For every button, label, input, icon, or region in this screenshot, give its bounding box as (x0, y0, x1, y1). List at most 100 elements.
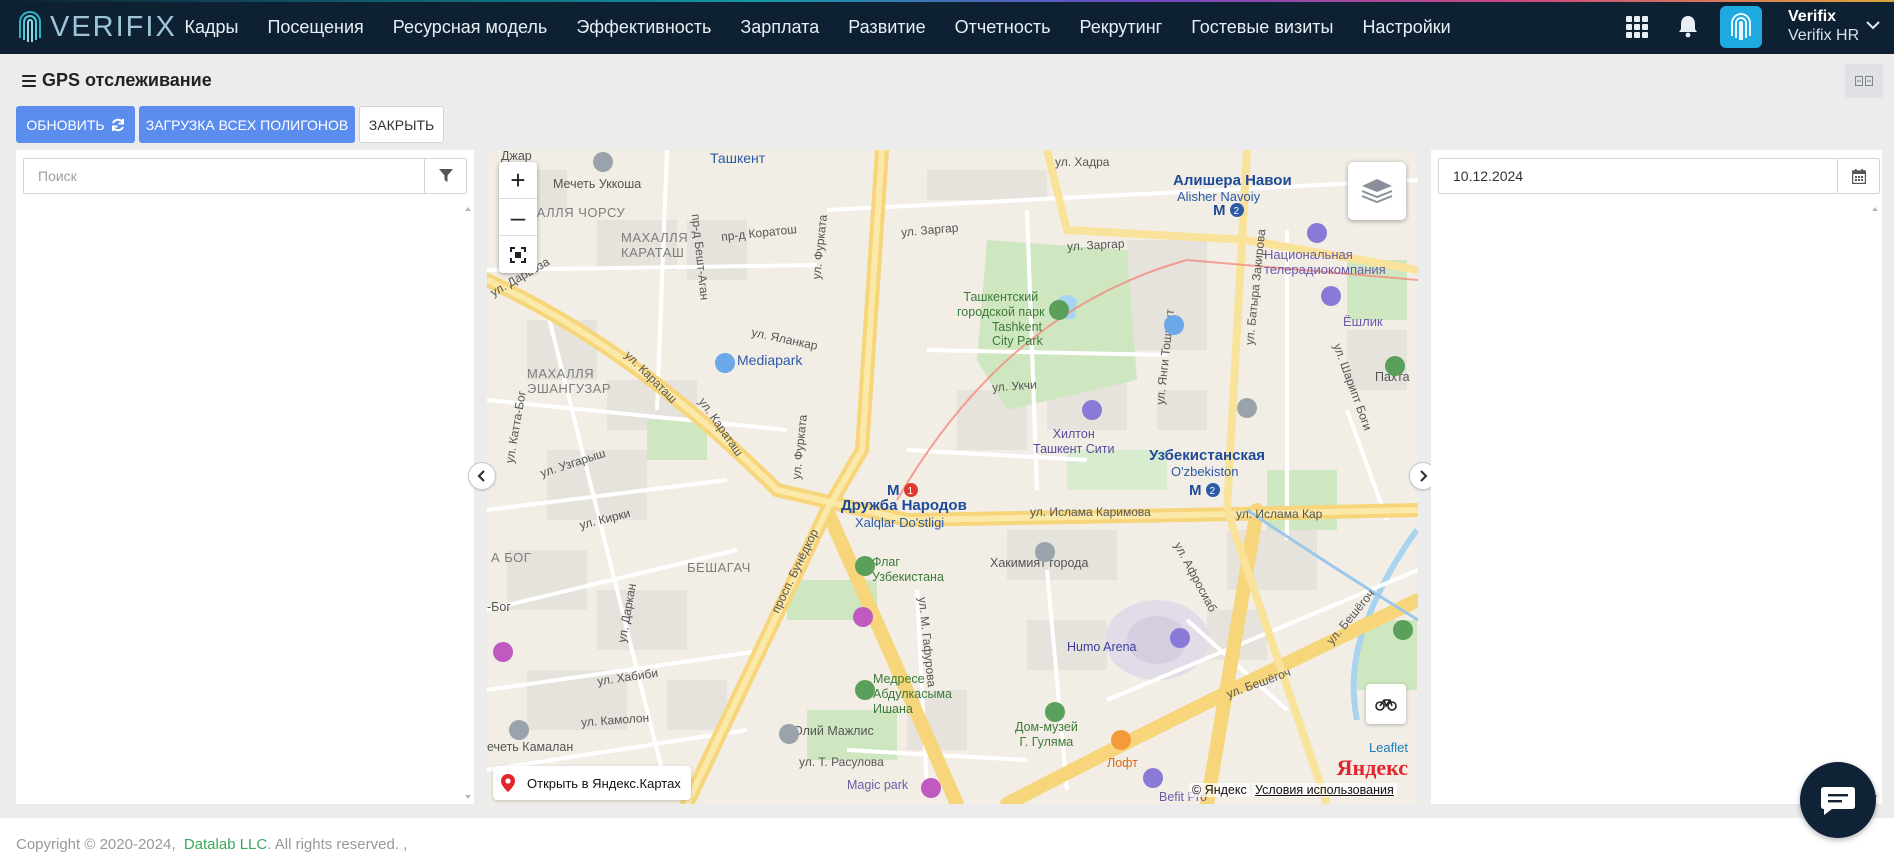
magic-park-marker-icon[interactable] (921, 778, 941, 798)
layers-button[interactable] (1348, 162, 1406, 220)
music-marker-icon[interactable] (853, 607, 873, 627)
map-pin-icon (501, 774, 515, 792)
flag-marker-icon[interactable] (855, 556, 875, 576)
mosque-marker-icon[interactable] (593, 152, 613, 172)
close-button[interactable]: ЗАКРЫТЬ (359, 106, 444, 143)
nav-item-salary[interactable]: Зарплата (726, 17, 834, 38)
app-logo[interactable]: VERIFIX (14, 8, 177, 46)
footer: Copyright © 2020-2024, Datalab LLC. All … (0, 818, 1894, 856)
map-label: Ёшлик (1343, 314, 1383, 329)
svg-text:M: M (1189, 482, 1202, 498)
yandex-logo: Яндекс (1336, 755, 1408, 780)
calendar-button[interactable] (1837, 159, 1879, 193)
search-input[interactable] (24, 159, 424, 193)
main-nav-menu: Кадры Посещения Ресурсная модель Эффекти… (170, 0, 1465, 54)
map-label: Лофт (1107, 756, 1138, 770)
apps-grid-icon[interactable] (1626, 16, 1648, 38)
shopping-marker-icon[interactable] (1164, 315, 1184, 335)
calendar-icon (1851, 168, 1866, 184)
svg-text:1: 1 (908, 486, 914, 497)
map-label: ечеть Камалан (487, 740, 574, 754)
mosque-marker-icon[interactable] (509, 720, 529, 740)
restaurant-marker-icon[interactable] (1111, 730, 1131, 750)
map-label: Национальная телерадиокомпания (1264, 247, 1386, 277)
map-view[interactable]: Ташкент Джар Мечеть Уккоша МАХАЛЛЯ ЧОРСУ… (487, 150, 1418, 804)
arena-marker-icon[interactable] (1170, 628, 1190, 648)
toggle-view-button[interactable] (1845, 64, 1883, 98)
search-group (23, 158, 467, 194)
metro-marker-icon[interactable]: M 2 (1189, 482, 1225, 498)
date-input[interactable] (1439, 159, 1837, 193)
stadium-marker-icon[interactable] (1385, 356, 1405, 376)
map-label: Медресе Абдулкасыма Ишана (873, 672, 952, 716)
user-avatar[interactable] (1720, 6, 1762, 48)
nav-item-development[interactable]: Развитие (834, 17, 940, 38)
split-view-icon (1855, 76, 1873, 86)
place-marker-icon[interactable] (1393, 620, 1413, 640)
refresh-button-label: ОБНОВИТЬ (26, 116, 105, 133)
nav-item-guest-visits[interactable]: Гостевые визиты (1177, 17, 1348, 38)
bicycle-layer-button[interactable] (1366, 684, 1406, 724)
svg-text:M: M (887, 482, 900, 498)
scrollbar-up-arrow[interactable] (465, 207, 471, 211)
hotel-marker-icon[interactable] (1082, 400, 1102, 420)
nav-item-resource-model[interactable]: Ресурсная модель (378, 17, 562, 38)
leaflet-attribution-link[interactable]: Leaflet (1369, 740, 1408, 755)
page-title-text: GPS отслеживание (42, 70, 212, 90)
scrollbar-down-arrow[interactable] (465, 795, 471, 799)
footer-copyright: Copyright © 2020-2024, Datalab LLC. All … (16, 836, 407, 853)
chat-icon (1821, 787, 1855, 815)
medrese-marker-icon[interactable] (855, 680, 875, 700)
gym-marker-icon[interactable] (1143, 768, 1163, 788)
open-in-yandex-maps-button[interactable]: Открыть в Яндекс.Картах (493, 766, 691, 800)
hamburger-menu-icon[interactable] (22, 74, 36, 87)
date-picker-group (1438, 158, 1880, 194)
zoom-in-button[interactable]: + (499, 162, 537, 199)
map-label: Mediapark (737, 352, 803, 368)
map-label: МАХАЛЛЯ ЭШАНГУЗАР (527, 366, 612, 396)
metro-marker-icon[interactable]: M 2 (1213, 202, 1249, 218)
nav-item-settings[interactable]: Настройки (1348, 17, 1465, 38)
zoom-out-button[interactable]: – (499, 199, 537, 236)
mediapark-marker-icon[interactable] (715, 353, 735, 373)
collapse-left-panel-button[interactable] (468, 462, 496, 490)
fullscreen-button[interactable] (499, 236, 537, 273)
nav-item-recruiting[interactable]: Рекрутинг (1065, 17, 1177, 38)
scrollbar-up-arrow[interactable] (1872, 207, 1878, 211)
company-link[interactable]: Datalab LLC (184, 836, 267, 853)
chat-support-button[interactable] (1800, 762, 1876, 838)
nav-item-attendance[interactable]: Посещения (253, 17, 378, 38)
metro-marker-icon[interactable]: M 1 (887, 482, 923, 498)
filter-icon (438, 169, 453, 182)
user-menu[interactable]: Verifix Verifix HR (1788, 8, 1859, 46)
layers-icon (1361, 179, 1393, 204)
place-marker-icon[interactable] (493, 642, 513, 662)
copyright-text: Copyright © 2020-2024, (16, 836, 176, 853)
map-label: Флаг Узбекистана (872, 555, 944, 584)
museum-marker-icon[interactable] (1045, 702, 1065, 722)
park-marker-icon[interactable] (1049, 300, 1069, 320)
fingerprint-icon (1731, 13, 1751, 40)
nav-item-efficiency[interactable]: Эффективность (562, 17, 726, 38)
refresh-button[interactable]: ОБНОВИТЬ (16, 106, 135, 143)
svg-text:2: 2 (1210, 486, 1216, 497)
fullscreen-icon (510, 246, 526, 263)
building-marker-icon[interactable] (1237, 398, 1257, 418)
eshlik-marker-icon[interactable] (1321, 286, 1341, 306)
parliament-marker-icon[interactable] (779, 724, 799, 744)
map-label: Алишера Навои (1173, 172, 1292, 189)
filter-button[interactable] (424, 159, 466, 193)
load-all-polygons-button[interactable]: ЗАГРУЗКА ВСЕХ ПОЛИГОНОВ (139, 106, 355, 143)
nav-item-reports[interactable]: Отчетность (940, 17, 1065, 38)
bell-icon[interactable] (1677, 14, 1699, 38)
tv-marker-icon[interactable] (1307, 223, 1327, 243)
fingerprint-logo-icon (19, 11, 41, 42)
terms-of-use-link[interactable]: Условия использования (1252, 783, 1397, 797)
map-label: Tashkent City Park (992, 320, 1043, 348)
map-label: Xalqlar Do'stligi (855, 515, 945, 530)
nav-item-kadry[interactable]: Кадры (170, 17, 253, 38)
map-label: Дом-музей Г. Гуляма (1015, 720, 1078, 749)
government-marker-icon[interactable] (1035, 542, 1055, 562)
chevron-down-icon[interactable] (1866, 20, 1880, 30)
map-label: O'zbekiston (1171, 464, 1239, 479)
